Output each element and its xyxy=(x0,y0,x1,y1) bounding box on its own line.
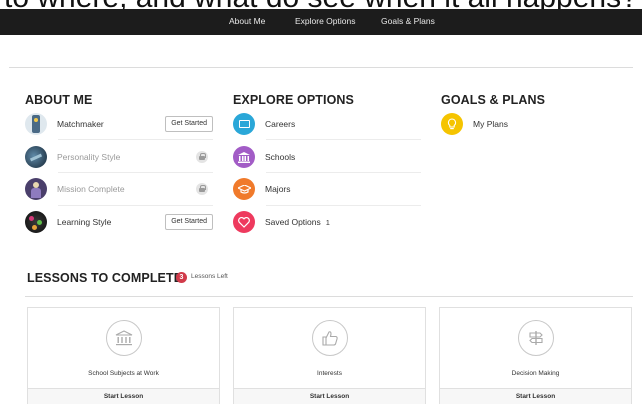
my-plans-label: My Plans xyxy=(473,119,508,129)
about-item-matchmaker[interactable]: Matchmaker Get Started xyxy=(25,111,213,137)
heart-icon xyxy=(233,211,255,233)
mission-complete-avatar xyxy=(25,178,47,200)
lock-icon xyxy=(196,151,208,163)
lesson-card-interests[interactable]: Interests Start Lesson xyxy=(233,307,426,404)
signpost-icon xyxy=(518,320,554,356)
saved-options-count: 1 xyxy=(325,217,330,227)
briefcase-icon xyxy=(233,113,255,135)
lessons-count-badge: 3 xyxy=(176,272,187,283)
mission-complete-label: Mission Complete xyxy=(57,184,125,194)
saved-options-label: Saved Options xyxy=(265,217,321,227)
learning-style-get-started-button[interactable]: Get Started xyxy=(165,214,213,230)
header-divider xyxy=(9,67,633,68)
school-icon xyxy=(233,146,255,168)
careers-label: Careers xyxy=(265,119,296,129)
goals-item-my-plans[interactable]: My Plans xyxy=(441,111,629,137)
explore-item-majors[interactable]: Majors xyxy=(233,176,421,202)
nav-explore-options[interactable]: Explore Options xyxy=(295,16,355,26)
matchmaker-get-started-button[interactable]: Get Started xyxy=(165,116,213,132)
explore-item-saved-options[interactable]: Saved Options 1 xyxy=(233,209,421,235)
lesson-card-title: Interests xyxy=(317,370,342,377)
graduation-cap-icon xyxy=(233,178,255,200)
majors-label: Majors xyxy=(265,184,291,194)
explore-item-schools[interactable]: Schools xyxy=(233,144,421,170)
nav-goals-plans[interactable]: Goals & Plans xyxy=(381,16,435,26)
matchmaker-label: Matchmaker xyxy=(57,119,104,129)
thumbs-up-icon xyxy=(312,320,348,356)
explore-options-title: EXPLORE OPTIONS xyxy=(233,93,354,107)
schools-label: Schools xyxy=(265,152,296,162)
lock-icon xyxy=(196,183,208,195)
matchmaker-avatar xyxy=(25,113,47,135)
lessons-left-label: Lessons Left xyxy=(191,273,228,280)
goals-plans-title: GOALS & PLANS xyxy=(441,93,546,107)
start-lesson-button[interactable]: Start Lesson xyxy=(234,388,425,404)
lessons-title: LESSONS TO COMPLETE xyxy=(27,271,183,285)
about-me-title: ABOUT ME xyxy=(25,93,93,107)
start-lesson-button[interactable]: Start Lesson xyxy=(28,388,219,404)
school-building-icon xyxy=(106,320,142,356)
lesson-card-title: Decision Making xyxy=(511,370,560,377)
lesson-card-school-subjects[interactable]: School Subjects at Work Start Lesson xyxy=(27,307,220,404)
learning-style-avatar xyxy=(25,211,47,233)
personality-style-avatar xyxy=(25,146,47,168)
personality-style-label: Personality Style xyxy=(57,152,121,162)
about-item-mission-complete: Mission Complete xyxy=(25,176,213,202)
nav-about-me[interactable]: About Me xyxy=(229,16,265,26)
explore-item-careers[interactable]: Careers xyxy=(233,111,421,137)
lesson-card-title: School Subjects at Work xyxy=(88,370,159,377)
lessons-divider xyxy=(25,296,633,297)
learning-style-label: Learning Style xyxy=(57,217,112,227)
lesson-card-decision-making[interactable]: Decision Making Start Lesson xyxy=(439,307,632,404)
top-navigation-bar: About Me Explore Options Goals & Plans xyxy=(0,9,642,35)
about-item-personality-style: Personality Style xyxy=(25,144,213,170)
about-item-learning-style[interactable]: Learning Style Get Started xyxy=(25,209,213,235)
start-lesson-button[interactable]: Start Lesson xyxy=(440,388,631,404)
lightbulb-icon xyxy=(441,113,463,135)
